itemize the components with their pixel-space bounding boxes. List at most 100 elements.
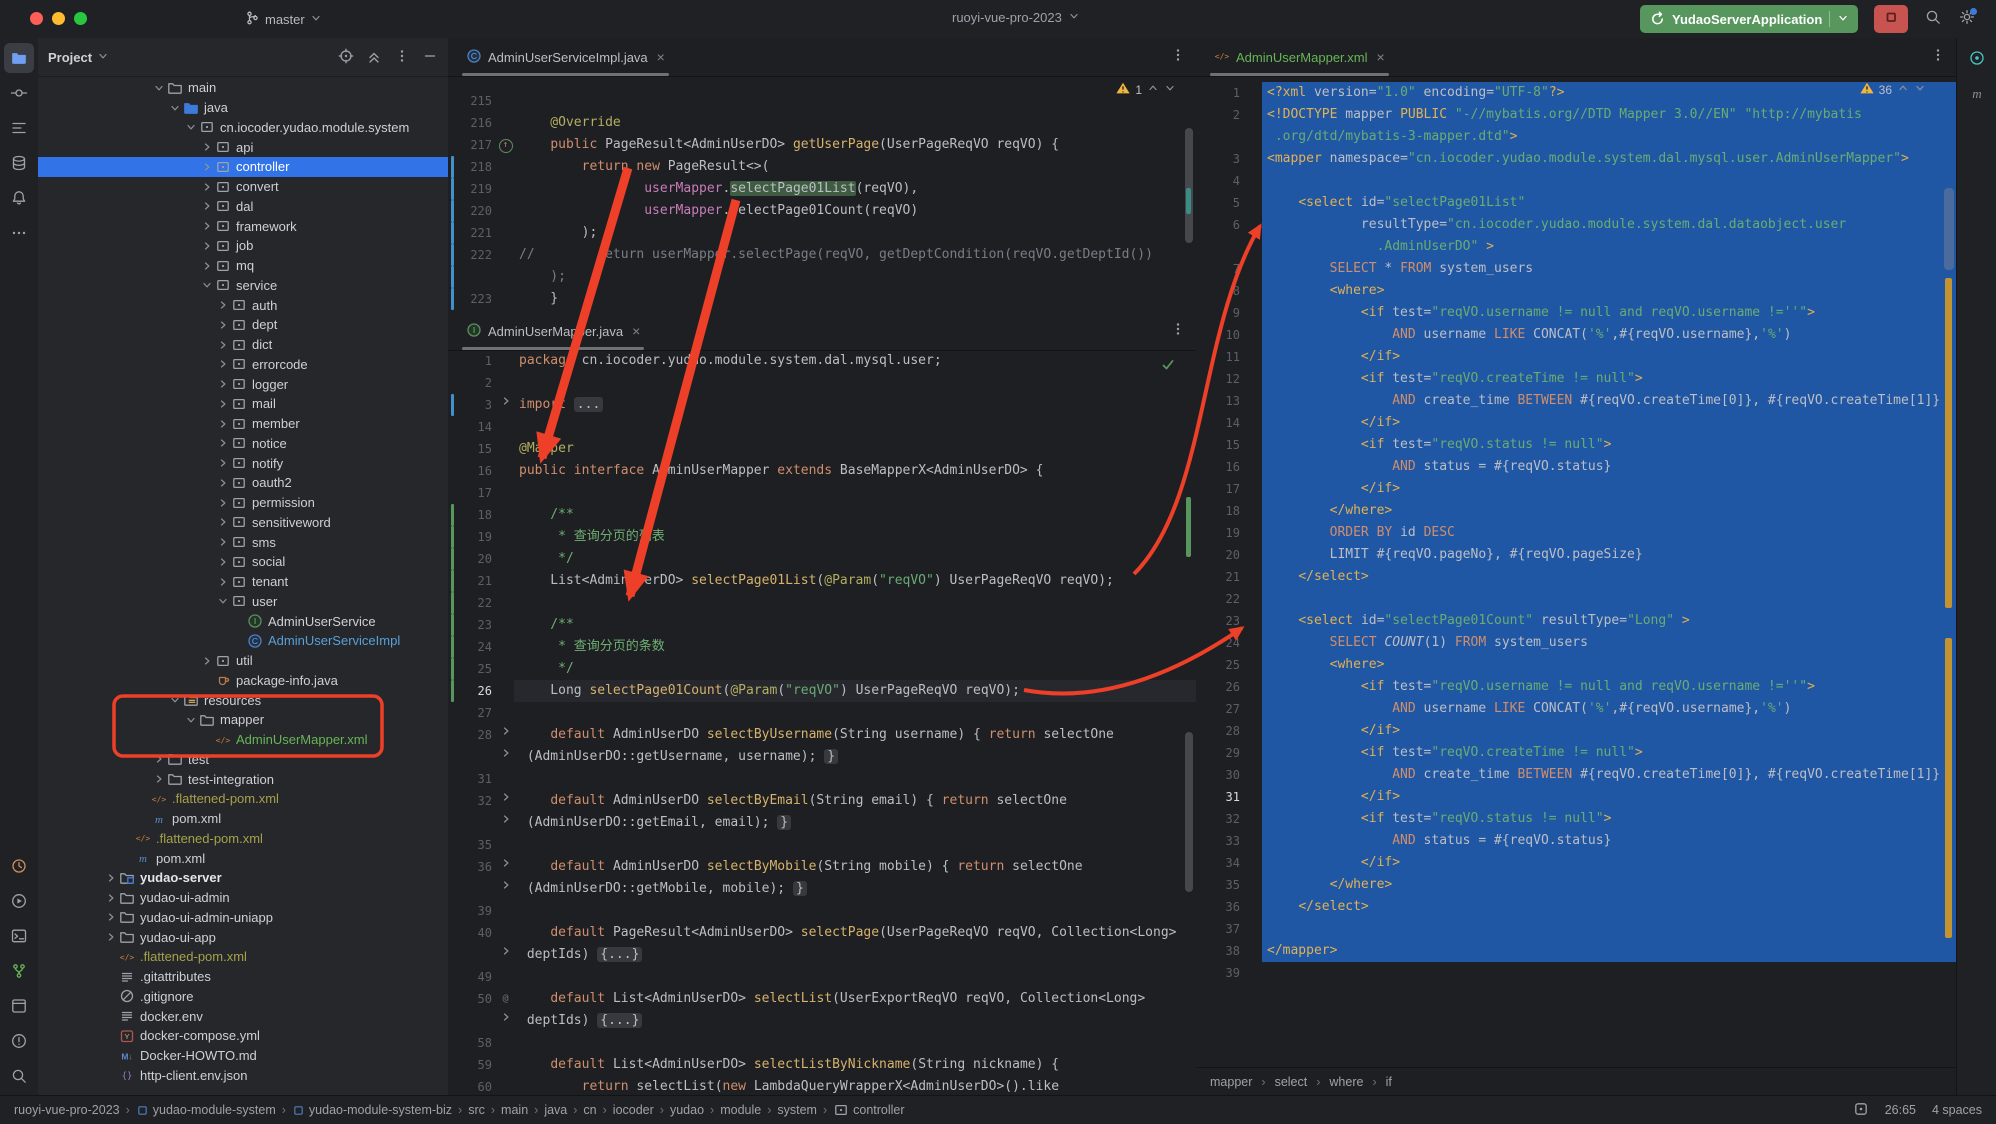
chevron-collapsed-icon[interactable] [200, 220, 214, 232]
chevron-collapsed-icon[interactable] [216, 576, 230, 588]
chevron-collapsed-icon[interactable] [216, 497, 230, 509]
inspections-widget[interactable]: 36 [1860, 82, 1926, 97]
bottom-line-31[interactable]: 31 [448, 768, 1196, 790]
tree-item-member[interactable]: member [38, 414, 448, 434]
xml-line-29[interactable]: 29 <if test="reqVO.createTime != null"> [1196, 742, 1956, 764]
bottom-line-15[interactable]: 15@Mapper [448, 438, 1196, 460]
xml-line-30[interactable]: 30 AND create_time BETWEEN #{reqVO.creat… [1196, 764, 1956, 786]
tree-item-yudao-ui-admin[interactable]: yudao-ui-admin [38, 888, 448, 908]
bottom-line-58[interactable]: 58 [448, 1032, 1196, 1054]
editor-options-icon[interactable] [1930, 47, 1946, 68]
chevron-collapsed-icon[interactable] [104, 911, 118, 923]
statusbar-breadcrumb-src[interactable]: src [468, 1103, 485, 1117]
stop-button[interactable] [1874, 5, 1908, 33]
chevron-collapsed-icon[interactable] [200, 181, 214, 193]
chevron-collapsed-icon[interactable] [200, 200, 214, 212]
tree-item-mq[interactable]: mq [38, 256, 448, 276]
tree-item-test-integration[interactable]: test-integration [38, 769, 448, 789]
xml-line-33[interactable]: 33 AND status = #{reqVO.status} [1196, 830, 1956, 852]
run-configuration-button[interactable]: YudaoServerApplication [1640, 5, 1858, 33]
version-control-icon[interactable] [4, 956, 34, 986]
prev-warning-icon[interactable] [1147, 82, 1159, 97]
xml-breadcrumb-mapper[interactable]: mapper [1210, 1075, 1252, 1089]
tree-item-service[interactable]: service [38, 276, 448, 296]
more-options-icon[interactable] [394, 48, 410, 67]
settings-button[interactable] [1956, 8, 1978, 30]
tree-item--flattened-pom-xml[interactable]: </>.flattened-pom.xml [38, 789, 448, 809]
xml-line-9[interactable]: 9 <if test="reqVO.username != null and r… [1196, 302, 1956, 324]
minimize-window-button[interactable] [52, 12, 65, 25]
bottom-line-18[interactable]: 18 /** [448, 504, 1196, 526]
project-icon[interactable] [4, 43, 34, 73]
bottom-line-wrap[interactable]: deptIds) {...} [448, 1010, 1196, 1032]
fold-icon[interactable] [497, 790, 514, 812]
statusbar-breadcrumb-system[interactable]: system [777, 1103, 817, 1117]
chevron-expanded-icon[interactable] [184, 714, 198, 726]
tree-item-java[interactable]: java [38, 98, 448, 118]
chevron-expanded-icon[interactable] [152, 82, 166, 94]
xml-line-19[interactable]: 19 ORDER BY id DESC [1196, 522, 1956, 544]
bottom-line-wrap[interactable]: (AdminUserDO::getUsername, username); } [448, 746, 1196, 768]
statusbar-breadcrumb-yudao-module-system-biz[interactable]: yudao-module-system-biz [292, 1103, 452, 1117]
chevron-collapsed-icon[interactable] [216, 339, 230, 351]
annotation-gutter-icon[interactable]: @ [497, 988, 514, 1010]
xml-line-27[interactable]: 27 AND username LIKE CONCAT('%',#{reqVO.… [1196, 698, 1956, 720]
python-console-icon[interactable] [4, 991, 34, 1021]
xml-line-14[interactable]: 14 </if> [1196, 412, 1956, 434]
tree-item--flattened-pom-xml[interactable]: </>.flattened-pom.xml [38, 829, 448, 849]
bottom-line-28[interactable]: 28 default AdminUserDO selectByUsername(… [448, 724, 1196, 746]
bottom-line-59[interactable]: 59 default List<AdminUserDO> selectListB… [448, 1054, 1196, 1076]
xml-line-21[interactable]: 21 </select> [1196, 566, 1956, 588]
tree-item-sms[interactable]: sms [38, 532, 448, 552]
tree-item-resources[interactable]: resources [38, 690, 448, 710]
xml-line-25[interactable]: 25 <where> [1196, 654, 1956, 676]
tree-item-user[interactable]: user [38, 592, 448, 612]
close-icon[interactable]: × [1377, 49, 1385, 65]
tree-item-mail[interactable]: mail [38, 394, 448, 414]
xml-line-31[interactable]: 31 </if> [1196, 786, 1956, 808]
tree-item-social[interactable]: social [38, 552, 448, 572]
chevron-expanded-icon[interactable] [216, 595, 230, 607]
bottom-line-25[interactable]: 25 */ [448, 658, 1196, 680]
tree-item-dict[interactable]: dict [38, 335, 448, 355]
editor-options-icon[interactable] [1170, 321, 1186, 342]
fold-icon[interactable] [497, 746, 514, 768]
tree-item-yudao-server[interactable]: yudao-server [38, 868, 448, 888]
tree-item-adminuserserviceimpl[interactable]: CAdminUserServiceImpl [38, 631, 448, 651]
chevron-collapsed-icon[interactable] [104, 872, 118, 884]
xml-line-20[interactable]: 20 LIMIT #{reqVO.pageNo}, #{reqVO.pageSi… [1196, 544, 1956, 566]
fold-icon[interactable] [497, 856, 514, 878]
tree-item-cn-iocoder-yudao-module-system[interactable]: cn.iocoder.yudao.module.system [38, 118, 448, 138]
services-icon[interactable] [4, 886, 34, 916]
chevron-collapsed-icon[interactable] [216, 437, 230, 449]
prev-warning-icon[interactable] [1897, 82, 1909, 97]
xml-breadcrumb-select[interactable]: select [1275, 1075, 1308, 1089]
tree-item-mapper[interactable]: mapper [38, 710, 448, 730]
structure-icon[interactable] [4, 113, 34, 143]
scrollbar-thumb[interactable] [1185, 732, 1193, 892]
xml-line-36[interactable]: 36 </select> [1196, 896, 1956, 918]
problems-icon[interactable] [4, 1026, 34, 1056]
bottom-line-39[interactable]: 39 [448, 900, 1196, 922]
fold-icon[interactable] [497, 394, 514, 416]
bottom-line-14[interactable]: 14 [448, 416, 1196, 438]
xml-line-23[interactable]: 23 <select id="selectPage01Count" result… [1196, 610, 1956, 632]
tree-item-http-client-env-json[interactable]: {}http-client.env.json [38, 1066, 448, 1086]
close-icon[interactable]: × [632, 323, 640, 339]
statusbar-breadcrumb-yudao[interactable]: yudao [670, 1103, 704, 1117]
xml-line-6[interactable]: 6 resultType="cn.iocoder.yudao.module.sy… [1196, 214, 1956, 236]
statusbar-breadcrumb-yudao-module-system[interactable]: yudao-module-system [136, 1103, 276, 1117]
bottom-line-wrap[interactable]: deptIds) {...} [448, 944, 1196, 966]
commit-icon[interactable] [4, 78, 34, 108]
xml-breadcrumb-where[interactable]: where [1329, 1075, 1363, 1089]
next-warning-icon[interactable] [1164, 82, 1176, 97]
tree-item-job[interactable]: job [38, 236, 448, 256]
xml-line-32[interactable]: 32 <if test="reqVO.status != null"> [1196, 808, 1956, 830]
bottom-line-2[interactable]: 2 [448, 372, 1196, 394]
chevron-collapsed-icon[interactable] [152, 773, 166, 785]
top-line-223[interactable]: 223 } [448, 288, 1196, 310]
fold-icon[interactable] [497, 944, 514, 966]
chevron-collapsed-icon[interactable] [216, 457, 230, 469]
tree-item-auth[interactable]: auth [38, 295, 448, 315]
tree-item-package-info-java[interactable]: package-info.java [38, 671, 448, 691]
